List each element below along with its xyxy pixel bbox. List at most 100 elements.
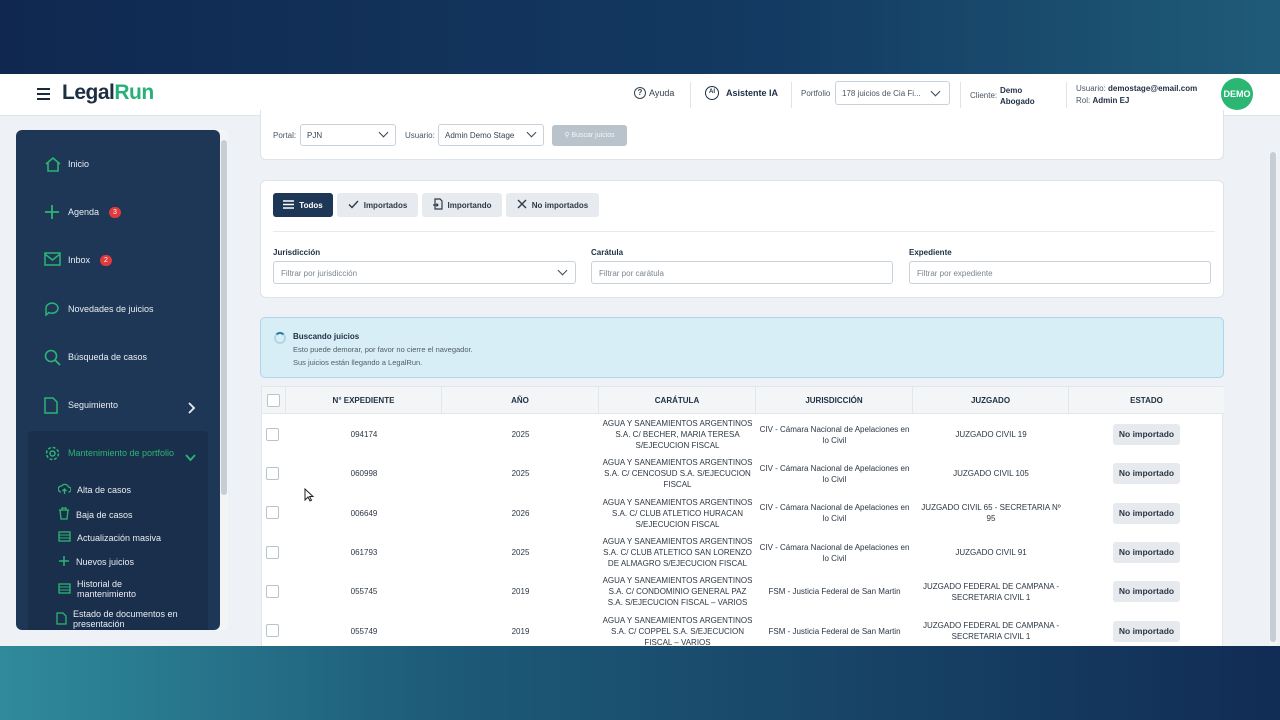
table-row[interactable]: 060998 2025 AGUA Y SANEAMIENTOS ARGENTINOS… bbox=[262, 454, 1224, 493]
cloud-upload-icon bbox=[57, 483, 72, 497]
expediente-input[interactable]: Filtrar por expediente bbox=[909, 261, 1211, 284]
row-checkbox[interactable] bbox=[266, 506, 279, 520]
sidebar-item-label: Seguimiento bbox=[68, 400, 119, 410]
portfolio-value: 178 juicios de Cia Fi... bbox=[842, 89, 921, 98]
table-row[interactable]: 055745 2019 AGUA Y SANEAMIENTOS ARGENTINOS… bbox=[262, 572, 1224, 611]
avatar[interactable]: DEMO bbox=[1221, 78, 1253, 110]
divider bbox=[273, 231, 1215, 232]
sidebar-item-novedades[interactable]: Novedades de juicios bbox=[44, 301, 154, 317]
cases-table: N° EXPEDIENTE AÑO CARÁTULA JURISDICCIÓN … bbox=[261, 386, 1224, 646]
row-checkbox[interactable] bbox=[266, 466, 279, 480]
row-checkbox[interactable] bbox=[266, 545, 279, 559]
tab-importando[interactable]: Importando bbox=[422, 193, 502, 217]
mail-icon bbox=[44, 252, 61, 268]
status-badge: No importado bbox=[1112, 542, 1181, 564]
sidebar-item-inicio[interactable]: Inicio bbox=[44, 156, 89, 172]
search-cases-button[interactable]: ⚲ Buscar juicios bbox=[552, 125, 627, 146]
cell-caratula: AGUA Y SANEAMIENTOS ARGENTINOS S.A. C/ C… bbox=[602, 458, 753, 490]
role-label: Rol: bbox=[1076, 96, 1091, 105]
user-email: demostage@email.com bbox=[1108, 84, 1198, 93]
sidebar-subitem-alta[interactable]: Alta de casos bbox=[57, 483, 132, 497]
column-header-juzgado[interactable]: JUZGADO bbox=[913, 387, 1069, 414]
cell-estado: No importado bbox=[1069, 415, 1224, 454]
cell-caratula: AGUA Y SANEAMIENTOS ARGENTINOS S.A. C/ C… bbox=[602, 615, 753, 646]
sidebar-item-mantenimiento[interactable]: Mantenimiento de portfolio bbox=[44, 445, 174, 461]
select-all-checkbox[interactable] bbox=[267, 394, 280, 407]
column-header-jurisdiccion[interactable]: JURISDICCIÓN bbox=[756, 387, 913, 414]
sidebar-scrollbar[interactable] bbox=[221, 140, 227, 495]
row-checkbox[interactable] bbox=[266, 624, 279, 638]
cell-juzgado: JUZGADO CIVIL 19 bbox=[955, 430, 1027, 440]
cell-jurisdiccion: CIV - Cámara Nacional de Apelaciones en … bbox=[759, 463, 910, 484]
column-header-caratula[interactable]: CARÁTULA bbox=[599, 387, 756, 414]
sidebar-subitem-label: Actualización masiva bbox=[77, 532, 162, 543]
tab-importados[interactable]: Importados bbox=[337, 193, 418, 217]
sidebar-subitem-label: Alta de casos bbox=[77, 485, 132, 495]
cell-anio: 2019 bbox=[511, 626, 530, 636]
sidebar: Inicio Agenda 3 Inbox 2 Novedades de jui… bbox=[16, 130, 220, 630]
cell-anio: 2019 bbox=[511, 587, 530, 597]
alert-line2: Sus juicios están llegando a LegalRun. bbox=[293, 358, 423, 367]
cell-estado: No importado bbox=[1069, 494, 1224, 533]
row-checkbox[interactable] bbox=[266, 427, 279, 441]
sidebar-subitem-estado-documentos[interactable]: Estado de documentos en presentación bbox=[56, 609, 193, 629]
sidebar-item-agenda[interactable]: Agenda 3 bbox=[44, 204, 121, 220]
sidebar-subitem-label: Estado de documentos en presentación bbox=[73, 609, 178, 629]
agenda-badge: 3 bbox=[109, 206, 121, 218]
cell-anio: 2025 bbox=[511, 430, 530, 440]
sidebar-subitem-historial[interactable]: Historial de mantenimiento bbox=[58, 579, 167, 599]
row-checkbox[interactable] bbox=[266, 584, 279, 598]
divider bbox=[690, 82, 691, 108]
portal-label: Portal: bbox=[273, 131, 297, 140]
table-row[interactable]: 094174 2025 AGUA Y SANEAMIENTOS ARGENTINOS… bbox=[262, 415, 1224, 454]
sidebar-subitem-baja[interactable]: Baja de casos bbox=[58, 507, 133, 522]
cell-juzgado: JUZGADO CIVIL 105 bbox=[953, 469, 1029, 479]
help-button[interactable]: ? Ayuda bbox=[634, 87, 674, 99]
plus-icon bbox=[44, 204, 60, 220]
status-badge: No importado bbox=[1112, 502, 1181, 524]
tab-no-importados[interactable]: No importados bbox=[506, 193, 599, 217]
cell-estado: No importado bbox=[1069, 533, 1224, 572]
cell-estado: No importado bbox=[1069, 572, 1224, 611]
client-value: Demo Abogado bbox=[1000, 86, 1035, 106]
sidebar-subitem-nuevos[interactable]: Nuevos juicios bbox=[58, 555, 134, 569]
column-header-estado[interactable]: ESTADO bbox=[1069, 387, 1224, 414]
column-header-anio[interactable]: AÑO bbox=[442, 387, 599, 414]
chevron-down-icon[interactable] bbox=[185, 449, 196, 467]
main-scrollbar[interactable] bbox=[1270, 152, 1276, 642]
sidebar-item-inbox[interactable]: Inbox 2 bbox=[44, 252, 112, 268]
alert-title: Buscando juicios bbox=[293, 332, 360, 341]
loading-alert: Buscando juicios Esto puede demorar, por… bbox=[260, 317, 1224, 378]
cell-jurisdiccion: CIV - Cámara Nacional de Apelaciones en … bbox=[759, 503, 910, 524]
search-cases-label: Buscar juicios bbox=[571, 132, 615, 139]
sidebar-subitem-label: Nuevos juicios bbox=[76, 557, 135, 567]
caratula-input[interactable]: Filtrar por carátula bbox=[591, 261, 893, 284]
table-icon bbox=[58, 582, 71, 596]
table-row[interactable]: 055749 2019 AGUA Y SANEAMIENTOS ARGENTINOS… bbox=[262, 612, 1224, 646]
sidebar-item-busqueda[interactable]: Búsqueda de casos bbox=[44, 349, 148, 366]
tab-label: Todos bbox=[299, 200, 323, 210]
ai-assistant-button[interactable]: AI Asistente IA bbox=[705, 86, 778, 100]
table-row[interactable]: 006649 2026 AGUA Y SANEAMIENTOS ARGENTINOS… bbox=[262, 494, 1224, 533]
alert-line1: Esto puede demorar, por favor no cierre … bbox=[293, 345, 473, 354]
menu-icon[interactable] bbox=[37, 88, 50, 100]
list-icon bbox=[283, 199, 295, 211]
main-scrollbar-track bbox=[1269, 152, 1277, 646]
cell-caratula: AGUA Y SANEAMIENTOS ARGENTINOS S.A. C/ B… bbox=[602, 419, 753, 451]
tab-todos[interactable]: Todos bbox=[273, 193, 333, 217]
client-label: Cliente: bbox=[970, 91, 998, 100]
jurisdiccion-select[interactable]: Filtrar por jurisdicción bbox=[273, 261, 576, 284]
mouse-cursor bbox=[304, 487, 315, 507]
column-header-expediente[interactable]: N° EXPEDIENTE bbox=[286, 387, 442, 414]
chevron-right-icon[interactable] bbox=[188, 401, 196, 419]
sidebar-item-label: Búsqueda de casos bbox=[68, 352, 148, 362]
status-badge: No importado bbox=[1112, 620, 1181, 642]
table-row[interactable]: 061793 2025 AGUA Y SANEAMIENTOS ARGENTINOS… bbox=[262, 533, 1224, 572]
sidebar-item-label: Inbox bbox=[68, 255, 91, 265]
sidebar-subitem-actualizacion[interactable]: Actualización masiva bbox=[58, 531, 161, 544]
sidebar-item-label: Inicio bbox=[68, 159, 90, 169]
cell-jurisdiccion: CIV - Cámara Nacional de Apelaciones en … bbox=[759, 424, 910, 445]
sidebar-item-seguimiento[interactable]: Seguimiento bbox=[44, 397, 119, 414]
tab-label: Importados bbox=[363, 200, 408, 210]
logo[interactable]: LegalRun bbox=[62, 81, 154, 105]
